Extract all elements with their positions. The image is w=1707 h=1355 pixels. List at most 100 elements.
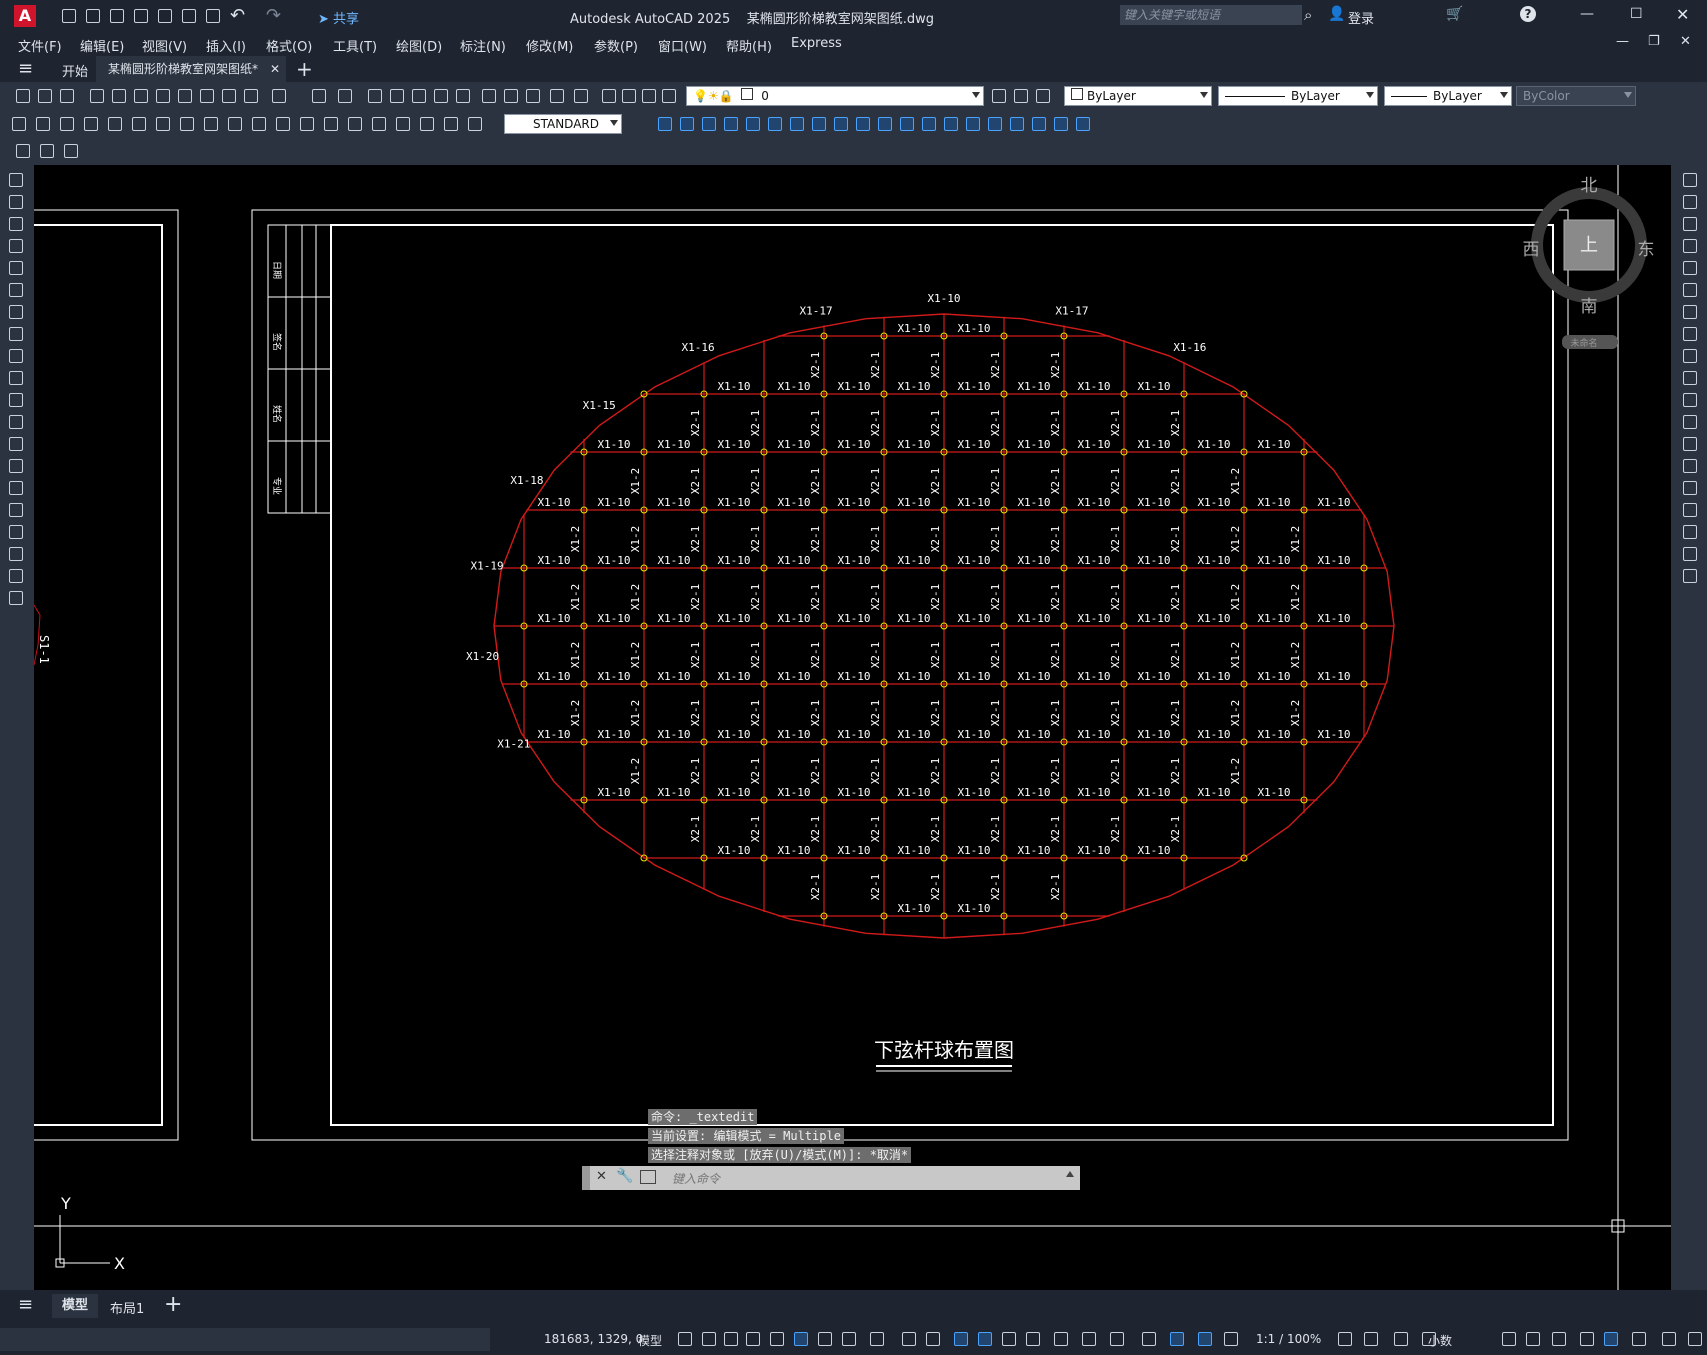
modify-tool-6-icon[interactable] xyxy=(1681,281,1699,299)
textstyle-combo[interactable]: STANDARD xyxy=(504,114,622,134)
truss-grid[interactable]: X1-10 X1-10 X1-10 X1-10 X1-10 X1-10 X1-10 X1-10… xyxy=(466,292,1395,939)
menu-window[interactable]: 窗口(W) xyxy=(658,36,707,55)
minimize-button[interactable]: — xyxy=(1580,6,1594,22)
qat-open-icon[interactable] xyxy=(84,7,102,25)
help-icon[interactable]: ? xyxy=(1520,6,1536,22)
linetype-combo[interactable]: ByLayer xyxy=(1218,86,1378,106)
annotation-scale[interactable]: 1:1 / 100% xyxy=(1256,1332,1321,1346)
view-tool-17-icon[interactable] xyxy=(1008,115,1026,133)
draw-tool-7-icon[interactable] xyxy=(7,303,25,321)
modify-tool-17-icon[interactable] xyxy=(1681,523,1699,541)
dim-tool-7-icon[interactable] xyxy=(154,115,172,133)
std-tool-5-icon[interactable] xyxy=(110,87,128,105)
view-tool-11-icon[interactable] xyxy=(876,115,894,133)
modify-tool-2-icon[interactable] xyxy=(1681,193,1699,211)
view-tool-6-icon[interactable] xyxy=(766,115,784,133)
std-tool-26-icon[interactable] xyxy=(620,87,638,105)
std-tool-23-icon[interactable] xyxy=(548,87,566,105)
modify-tool-3-icon[interactable] xyxy=(1681,215,1699,233)
dim-tool-10-icon[interactable] xyxy=(226,115,244,133)
dim-tool-11-icon[interactable] xyxy=(250,115,268,133)
status-toggle-25-icon[interactable] xyxy=(1392,1330,1410,1348)
status-toggle-32-icon[interactable] xyxy=(1630,1330,1648,1348)
plotstyle-combo[interactable]: ByColor xyxy=(1516,86,1636,106)
menu-format[interactable]: 格式(O) xyxy=(266,36,312,55)
dim-tool-18-icon[interactable] xyxy=(418,115,436,133)
modify-tool-10-icon[interactable] xyxy=(1681,369,1699,387)
dim-tool-12-icon[interactable] xyxy=(274,115,292,133)
std-tool-13-icon[interactable] xyxy=(310,87,328,105)
draw-tool-8-icon[interactable] xyxy=(7,325,25,343)
menu-parametric[interactable]: 参数(P) xyxy=(594,36,638,55)
status-toggle-31-icon[interactable] xyxy=(1602,1330,1620,1348)
viewcube[interactable]: 上 北 南 西 东 未命名 xyxy=(1523,176,1655,349)
draw-tool-3-icon[interactable] xyxy=(7,215,25,233)
status-toggle-1-icon[interactable] xyxy=(676,1330,694,1348)
menu-view[interactable]: 视图(V) xyxy=(142,36,187,55)
status-toggle-30-icon[interactable] xyxy=(1578,1330,1596,1348)
status-toggle-5-icon[interactable] xyxy=(768,1330,786,1348)
draw-tool-5-icon[interactable] xyxy=(7,259,25,277)
modify-tool-11-icon[interactable] xyxy=(1681,391,1699,409)
qat-new-icon[interactable] xyxy=(60,7,78,25)
dim-tool-17-icon[interactable] xyxy=(394,115,412,133)
status-toggle-27-icon[interactable] xyxy=(1500,1330,1518,1348)
menu-modify[interactable]: 修改(M) xyxy=(526,36,573,55)
modify-tool-9-icon[interactable] xyxy=(1681,347,1699,365)
status-toggle-4-icon[interactable] xyxy=(744,1330,762,1348)
status-toggle-8-icon[interactable] xyxy=(840,1330,858,1348)
dim-tool-4-icon[interactable] xyxy=(82,115,100,133)
search-input[interactable]: 键入关键字或短语 xyxy=(1120,5,1302,25)
cmd-grip[interactable] xyxy=(582,1166,590,1190)
draw-tool-15-icon[interactable] xyxy=(7,479,25,497)
draw-tool-14-icon[interactable] xyxy=(7,457,25,475)
std-tool-4-icon[interactable] xyxy=(88,87,106,105)
view-tool-14-icon[interactable] xyxy=(942,115,960,133)
draw-tool-17-icon[interactable] xyxy=(7,523,25,541)
std-tool-11-icon[interactable] xyxy=(242,87,260,105)
view-tool-15-icon[interactable] xyxy=(964,115,982,133)
std-tool-14-icon[interactable] xyxy=(336,87,354,105)
status-toggle-2-icon[interactable] xyxy=(700,1330,718,1348)
std-tool-12-icon[interactable] xyxy=(270,87,288,105)
dim-tool-14-icon[interactable] xyxy=(322,115,340,133)
status-toggle-34-icon[interactable] xyxy=(1686,1330,1704,1348)
std-tool-24-icon[interactable] xyxy=(572,87,590,105)
draw-tool-9-icon[interactable] xyxy=(7,347,25,365)
tb3-tool-1-icon[interactable] xyxy=(14,142,32,160)
status-toggle-24-icon[interactable] xyxy=(1362,1330,1380,1348)
modify-tool-8-icon[interactable] xyxy=(1681,325,1699,343)
viewcube-west[interactable]: 西 xyxy=(1523,240,1540,260)
view-tool-4-icon[interactable] xyxy=(722,115,740,133)
modify-tool-12-icon[interactable] xyxy=(1681,413,1699,431)
doc-minimize-button[interactable]: — xyxy=(1616,34,1629,49)
draw-tool-18-icon[interactable] xyxy=(7,545,25,563)
coordinates-readout[interactable]: 181683, 1329, 0 xyxy=(544,1332,643,1346)
doc-close-button[interactable]: ✕ xyxy=(1680,34,1691,49)
dim-tool-13-icon[interactable] xyxy=(298,115,316,133)
draw-tool-10-icon[interactable] xyxy=(7,369,25,387)
cmd-close-icon[interactable]: ✕ xyxy=(596,1169,607,1184)
status-toggle-11-icon[interactable] xyxy=(924,1330,942,1348)
status-toggle-7-icon[interactable] xyxy=(816,1330,834,1348)
viewcube-south[interactable]: 南 xyxy=(1581,297,1598,317)
add-layout-button[interactable]: + xyxy=(164,1292,182,1317)
status-toggle-22-icon[interactable] xyxy=(1222,1330,1240,1348)
status-toggle-3-icon[interactable] xyxy=(722,1330,740,1348)
user-icon[interactable]: 👤 xyxy=(1328,6,1345,22)
share-button[interactable]: ➤ 共享 xyxy=(318,8,359,27)
std-tool-29-icon[interactable] xyxy=(990,87,1008,105)
menu-file[interactable]: 文件(F) xyxy=(18,36,62,55)
model-space-button[interactable]: 模型 xyxy=(638,1332,662,1349)
tab-document[interactable]: 某椭圆形阶梯教室网架图纸* ✕ xyxy=(96,56,286,82)
dim-tool-1-icon[interactable] xyxy=(10,115,28,133)
menu-edit[interactable]: 编辑(E) xyxy=(80,36,124,55)
close-button[interactable]: ✕ xyxy=(1676,5,1689,24)
view-tool-16-icon[interactable] xyxy=(986,115,1004,133)
modify-tool-15-icon[interactable] xyxy=(1681,479,1699,497)
status-toggle-18-icon[interactable] xyxy=(1108,1330,1126,1348)
dim-tool-5-icon[interactable] xyxy=(106,115,124,133)
std-tool-19-icon[interactable] xyxy=(454,87,472,105)
draw-tool-11-icon[interactable] xyxy=(7,391,25,409)
view-tool-3-icon[interactable] xyxy=(700,115,718,133)
